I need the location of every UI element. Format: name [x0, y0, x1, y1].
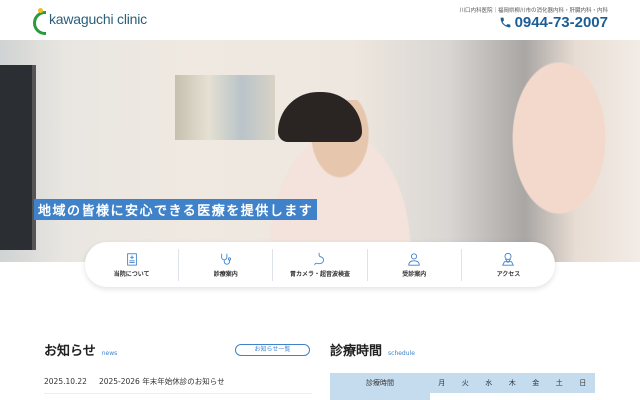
news-date: 2025.10.22 [44, 377, 87, 386]
schedule-table: 診療時間 月 火 水 木 金 土 日 [330, 373, 595, 400]
site-header: kawaguchi clinic 川口内科医院｜福岡県柳川市の消化器内科・肝臓内… [0, 0, 640, 40]
monitor-graphic [0, 65, 36, 250]
stethoscope-icon [220, 253, 231, 265]
day-mon: 月 [438, 379, 446, 387]
news-subheading: news [101, 350, 118, 357]
schedule-body [430, 393, 595, 400]
phone-icon [500, 17, 510, 28]
patient-graphic [505, 50, 640, 262]
news-heading: お知らせ news [44, 344, 118, 359]
map-pin-icon [502, 252, 515, 266]
phone-link[interactable]: 0944-73-2007 [499, 14, 608, 31]
nav-visit[interactable]: 受診案内 [368, 248, 462, 281]
logo-mark-icon [32, 8, 46, 35]
phone-number: 0944-73-2007 [514, 14, 608, 31]
news-item-title[interactable]: 2025-2026 年末年始休診のお知らせ [99, 377, 225, 386]
logo-text: kawaguchi clinic [49, 11, 147, 27]
day-tue: 火 [461, 379, 469, 387]
schedule-header-row: 診療時間 月 火 水 木 金 土 日 [330, 373, 595, 393]
hero-caption: 地域の皆様に安心できる医療を提供します [34, 199, 318, 220]
nav-label: 診療案内 [213, 270, 238, 278]
doctor-icon [408, 252, 420, 266]
nav-label: 受診案内 [402, 270, 427, 278]
hospital-icon [126, 252, 137, 266]
nav-label: 胃カメラ・超音波検査 [290, 270, 351, 278]
news-item[interactable]: 2025.10.22 2025-2026 年末年始休診のお知らせ [44, 376, 312, 394]
main-nav: 当院について 診療案内 胃カメラ・超音波検査 受診案内 アクセス [85, 242, 555, 287]
tagline: 川口内科医院｜福岡県柳川市の消化器内科・肝臓内科・内科 [459, 8, 608, 14]
nav-about[interactable]: 当院について [85, 248, 180, 281]
day-wed: 水 [485, 379, 493, 387]
stomach-icon [314, 252, 324, 265]
day-fri: 金 [532, 379, 540, 387]
schedule-subheading: schedule [388, 350, 415, 357]
schedule-header-cell: 診療時間 [366, 379, 394, 387]
hero-image [0, 40, 640, 262]
nav-label: アクセス [496, 270, 521, 278]
news-list-button[interactable]: お知らせ一覧 [235, 344, 310, 356]
schedule-heading: 診療時間 schedule [330, 344, 415, 359]
day-thu: 木 [508, 379, 516, 387]
day-sun: 日 [579, 379, 587, 387]
nav-services[interactable]: 診療案内 [179, 248, 274, 281]
logo[interactable]: kawaguchi clinic [32, 8, 147, 35]
nav-label: 当院について [113, 270, 150, 278]
nav-access[interactable]: アクセス [462, 249, 555, 281]
nav-endoscopy[interactable]: 胃カメラ・超音波検査 [273, 248, 368, 281]
day-sat: 土 [555, 379, 563, 387]
